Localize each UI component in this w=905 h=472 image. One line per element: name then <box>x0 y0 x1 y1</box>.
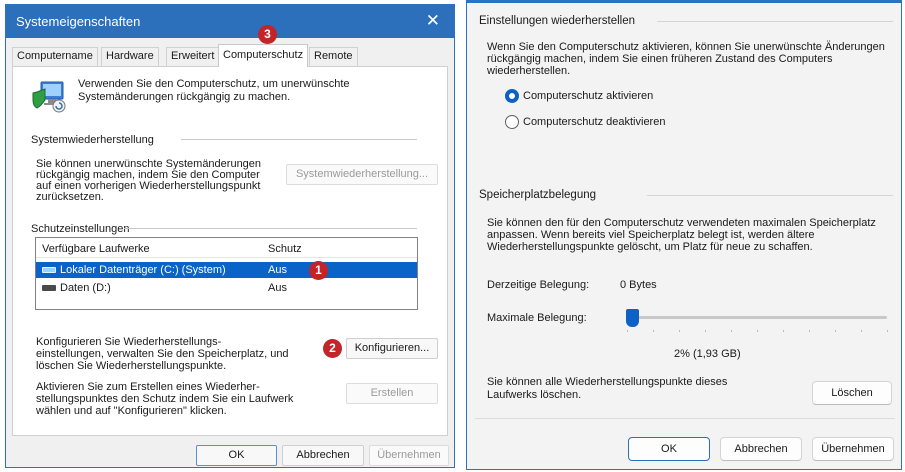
disk-text-1: Sie können den für den Computerschutz ve… <box>487 217 876 229</box>
drive-row-c[interactable]: Lokaler Datenträger (C:) (System) Aus <box>36 262 417 278</box>
system-protection-icon <box>32 81 66 113</box>
drive-name: Daten (D:) <box>60 282 111 294</box>
max-usage-label: Maximale Belegung: <box>487 312 587 324</box>
configure-text-2: einstellungen, verwalten Sie den Speiche… <box>36 348 289 360</box>
apply-button[interactable]: Übernehmen <box>812 437 894 461</box>
configure-button[interactable]: Konfigurieren... <box>346 338 438 359</box>
tab-computername[interactable]: Computername <box>12 47 98 66</box>
column-protection[interactable]: Schutz <box>268 243 302 255</box>
system-properties-dialog: Systemeigenschaften ✕ Computername Hardw… <box>5 4 455 468</box>
cancel-button[interactable]: Abbrechen <box>282 445 364 466</box>
slider-tick <box>731 330 732 332</box>
max-usage-slider-track[interactable] <box>627 316 887 319</box>
tab-remote[interactable]: Remote <box>309 47 358 66</box>
slider-tick <box>835 330 836 332</box>
radio-disable-protection[interactable]: Computerschutz deaktivieren <box>505 115 665 129</box>
current-usage-value: 0 Bytes <box>620 279 657 291</box>
step-badge-1: 1 <box>309 261 328 280</box>
slider-tick <box>705 330 706 332</box>
system-protection-settings-dialog: Einstellungen wiederherstellen Wenn Sie … <box>466 0 902 470</box>
column-drives[interactable]: Verfügbare Laufwerke <box>42 243 150 255</box>
tab-computerschutz[interactable]: Computerschutz <box>218 44 309 67</box>
disk-usage-heading: Speicherplatzbelegung <box>479 189 597 201</box>
drive-row-d[interactable]: Daten (D:) Aus <box>36 280 417 296</box>
create-text-3: wählen und auf "Konfigurieren" klicken. <box>36 405 227 417</box>
step-badge-2: 2 <box>323 339 342 358</box>
ok-button[interactable]: OK <box>628 437 710 461</box>
create-text-2: stellungspunktes den Schutz indem Sie ei… <box>36 393 294 405</box>
slider-tick <box>887 330 888 332</box>
slider-tick <box>757 330 758 332</box>
drive-list-header: Verfügbare Laufwerke Schutz <box>36 238 417 258</box>
tab-hardware[interactable]: Hardware <box>101 47 159 66</box>
drive-icon <box>42 285 56 291</box>
restore-text-4: zurücksetzen. <box>36 191 104 203</box>
delete-button[interactable]: Löschen <box>812 381 892 405</box>
intro-line-2: Systemänderungen rückgängig zu machen. <box>78 91 291 103</box>
restore-settings-text-2: rückgängig machen, indem Sie einen frühe… <box>487 53 833 65</box>
apply-button[interactable]: Übernehmen <box>369 445 449 466</box>
group-divider <box>124 228 417 229</box>
step-badge-3: 3 <box>258 25 277 44</box>
disk-text-3: Wiederherstellungspunkte gelöscht, um Pl… <box>487 241 813 253</box>
drive-protection: Aus <box>268 264 287 276</box>
ok-button[interactable]: OK <box>196 445 277 466</box>
cancel-button[interactable]: Abbrechen <box>720 437 802 461</box>
configure-text-1: Konfigurieren Sie Wiederherstellungs- <box>36 336 222 348</box>
slider-tick <box>809 330 810 332</box>
slider-tick <box>679 330 680 332</box>
restore-settings-text-3: wiederherstellen. <box>487 65 571 77</box>
restore-heading: Systemwiederherstellung <box>31 134 154 146</box>
create-text-1: Aktivieren Sie zum Erstellen eines Wiede… <box>36 381 260 393</box>
group-divider <box>657 21 893 22</box>
current-usage-label: Derzeitige Belegung: <box>487 279 590 291</box>
drive-icon <box>42 267 56 273</box>
create-button[interactable]: Erstellen <box>346 383 438 404</box>
intro-line-1: Verwenden Sie den Computerschutz, um une… <box>78 78 350 90</box>
configure-text-3: löschen Sie Wiederherstellungspunkte. <box>36 360 227 372</box>
radio-enable-label: Computerschutz aktivieren <box>523 90 654 102</box>
max-usage-value: 2% (1,93 GB) <box>674 348 741 360</box>
system-restore-button[interactable]: Systemwiederherstellung... <box>286 164 438 185</box>
group-divider <box>181 139 417 140</box>
slider-tick <box>783 330 784 332</box>
slider-tick <box>627 330 628 332</box>
group-divider <box>647 195 893 196</box>
footer-divider <box>475 418 895 419</box>
radio-enable-protection[interactable]: Computerschutz aktivieren <box>505 89 653 103</box>
slider-tick <box>653 330 654 332</box>
slider-tick <box>861 330 862 332</box>
protection-heading: Schutzeinstellungen <box>31 223 130 235</box>
delete-text-2: Laufwerks löschen. <box>487 389 582 401</box>
dialog-title: Systemeigenschaften <box>16 14 141 29</box>
max-usage-slider-thumb[interactable] <box>626 309 640 327</box>
drive-protection: Aus <box>268 282 287 294</box>
tab-erweitert[interactable]: Erweitert <box>166 47 220 66</box>
restore-settings-heading: Einstellungen wiederherstellen <box>479 15 635 27</box>
restore-settings-text-1: Wenn Sie den Computerschutz aktivieren, … <box>487 41 885 53</box>
drive-name: Lokaler Datenträger (C:) (System) <box>60 264 226 276</box>
drive-list: Verfügbare Laufwerke Schutz Lokaler Date… <box>35 237 418 310</box>
delete-text-1: Sie können alle Wiederherstellungspunkte… <box>487 376 728 388</box>
radio-disable-label: Computerschutz deaktivieren <box>523 116 666 128</box>
radio-checked-icon <box>505 89 519 103</box>
title-bar: Systemeigenschaften ✕ <box>6 5 454 38</box>
disk-text-2: anpassen. Wenn bereits viel Speicherplat… <box>487 229 815 241</box>
radio-unchecked-icon <box>505 115 519 129</box>
close-icon[interactable]: ✕ <box>426 11 440 31</box>
